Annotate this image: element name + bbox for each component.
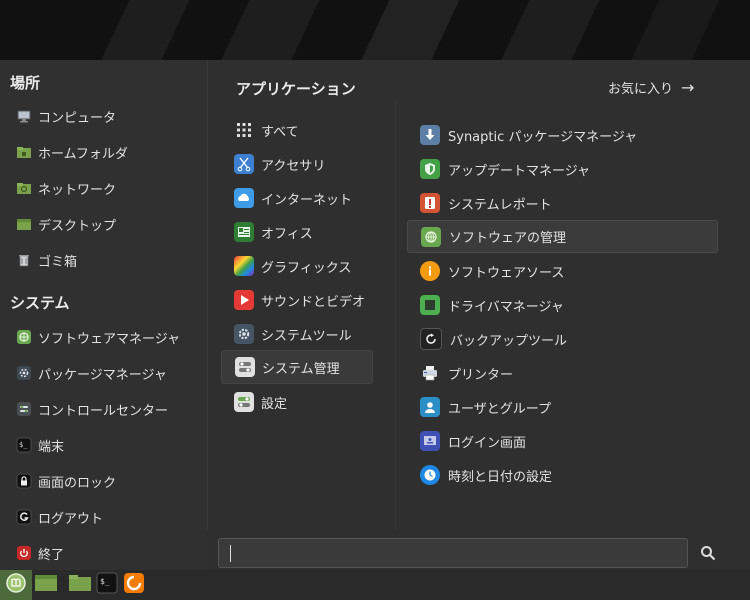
terminal-icon: $_ bbox=[96, 572, 118, 598]
app-software-manager[interactable]: ソフトウェアの管理 bbox=[407, 220, 718, 253]
category-all[interactable]: すべて bbox=[221, 114, 373, 146]
category-graphics[interactable]: グラフィックス bbox=[221, 250, 373, 282]
app-driver-manager[interactable]: ドライバマネージャ bbox=[407, 289, 718, 321]
app-backup-tool[interactable]: バックアップツール bbox=[407, 323, 718, 355]
svg-text:$_: $_ bbox=[100, 577, 110, 586]
category-internet[interactable]: インターネット bbox=[221, 182, 373, 214]
graphics-icon bbox=[234, 256, 254, 276]
place-network[interactable]: ネットワーク bbox=[8, 173, 200, 203]
system-heading: システム bbox=[10, 294, 70, 312]
search-icon[interactable] bbox=[700, 545, 716, 561]
system-quit[interactable]: 終了 bbox=[8, 538, 200, 568]
home-folder-icon bbox=[16, 144, 32, 160]
text-cursor bbox=[230, 545, 231, 562]
category-system-tools[interactable]: システムツール bbox=[221, 318, 373, 350]
system-package-manager[interactable]: パッケージマネージャ bbox=[8, 358, 200, 388]
applications-heading: アプリケーション bbox=[236, 80, 356, 98]
office-icon bbox=[234, 222, 254, 242]
computer-icon bbox=[16, 108, 32, 124]
place-desktop[interactable]: デスクトップ bbox=[8, 209, 200, 239]
places-heading: 場所 bbox=[10, 74, 41, 92]
system-logout[interactable]: ログアウト bbox=[8, 502, 200, 532]
accessories-icon bbox=[234, 154, 254, 174]
category-system-admin[interactable]: システム管理 bbox=[221, 350, 373, 384]
category-sound-video[interactable]: サウンドとビデオ bbox=[221, 284, 373, 316]
application-menu: 場所 コンピュータ ホームフォルダ ネットワーク デスクトップ ゴミ箱 システム bbox=[0, 60, 750, 570]
taskbar: $_ bbox=[0, 570, 750, 600]
trash-icon bbox=[16, 252, 32, 268]
mint-menu-icon bbox=[5, 572, 27, 598]
app-printers[interactable]: プリンター bbox=[407, 357, 718, 389]
lock-icon bbox=[16, 473, 32, 489]
backup-tool-icon bbox=[420, 328, 442, 350]
software-manager-icon bbox=[16, 329, 32, 345]
system-report-icon bbox=[420, 193, 440, 213]
firefox-button[interactable] bbox=[120, 572, 148, 598]
app-update-manager[interactable]: アップデートマネージャ bbox=[407, 153, 718, 185]
app-software-sources[interactable]: ソフトウェアソース bbox=[407, 255, 718, 287]
favorites-button[interactable]: お気に入り → bbox=[608, 78, 694, 97]
show-desktop-button[interactable] bbox=[32, 572, 60, 598]
printer-icon bbox=[420, 363, 440, 383]
date-time-icon bbox=[420, 465, 440, 485]
app-users-groups[interactable]: ユーザとグループ bbox=[407, 391, 718, 423]
category-settings[interactable]: 設定 bbox=[221, 386, 373, 418]
place-trash[interactable]: ゴミ箱 bbox=[8, 245, 200, 275]
system-lock-screen[interactable]: 画面のロック bbox=[8, 466, 200, 496]
software-sources-icon bbox=[420, 261, 440, 281]
sound-video-icon bbox=[234, 290, 254, 310]
arrow-right-icon: → bbox=[681, 78, 695, 97]
show-desktop-icon bbox=[34, 573, 58, 597]
driver-manager-icon bbox=[420, 295, 440, 315]
terminal-button[interactable]: $_ bbox=[93, 572, 121, 598]
firefox-icon bbox=[123, 572, 145, 598]
system-admin-icon bbox=[235, 357, 255, 377]
login-window-icon bbox=[420, 431, 440, 451]
files-button[interactable] bbox=[66, 572, 94, 598]
grid-icon bbox=[234, 120, 254, 140]
place-home-folder[interactable]: ホームフォルダ bbox=[8, 137, 200, 167]
network-folder-icon bbox=[16, 180, 32, 196]
internet-icon bbox=[234, 188, 254, 208]
app-date-time[interactable]: 時刻と日付の設定 bbox=[407, 459, 718, 491]
app-system-report[interactable]: システムレポート bbox=[407, 187, 718, 219]
search-box[interactable] bbox=[218, 538, 688, 569]
system-software-manager[interactable]: ソフトウェアマネージャ bbox=[8, 322, 200, 352]
files-icon bbox=[68, 573, 92, 597]
search-input[interactable] bbox=[219, 539, 671, 569]
control-center-icon bbox=[16, 401, 32, 417]
svg-text:$_: $_ bbox=[19, 441, 28, 449]
category-office[interactable]: オフィス bbox=[221, 216, 373, 248]
category-accessories[interactable]: アクセサリ bbox=[221, 148, 373, 180]
update-manager-icon bbox=[420, 159, 440, 179]
settings-icon bbox=[234, 392, 254, 412]
power-icon bbox=[16, 545, 32, 561]
desktop-folder-icon bbox=[16, 216, 32, 232]
app-login-window[interactable]: ログイン画面 bbox=[407, 425, 718, 457]
users-groups-icon bbox=[420, 397, 440, 417]
system-tools-icon bbox=[234, 324, 254, 344]
terminal-icon: $_ bbox=[16, 437, 32, 453]
place-computer[interactable]: コンピュータ bbox=[8, 101, 200, 131]
app-synaptic[interactable]: Synaptic パッケージマネージャ bbox=[407, 119, 718, 151]
software-manager-icon bbox=[421, 226, 441, 247]
logout-icon bbox=[16, 509, 32, 525]
system-terminal[interactable]: $_ 端末 bbox=[8, 430, 200, 460]
mint-menu-button[interactable] bbox=[0, 570, 32, 600]
synaptic-icon bbox=[420, 125, 440, 145]
package-manager-icon bbox=[16, 365, 32, 381]
system-control-center[interactable]: コントロールセンター bbox=[8, 394, 200, 424]
